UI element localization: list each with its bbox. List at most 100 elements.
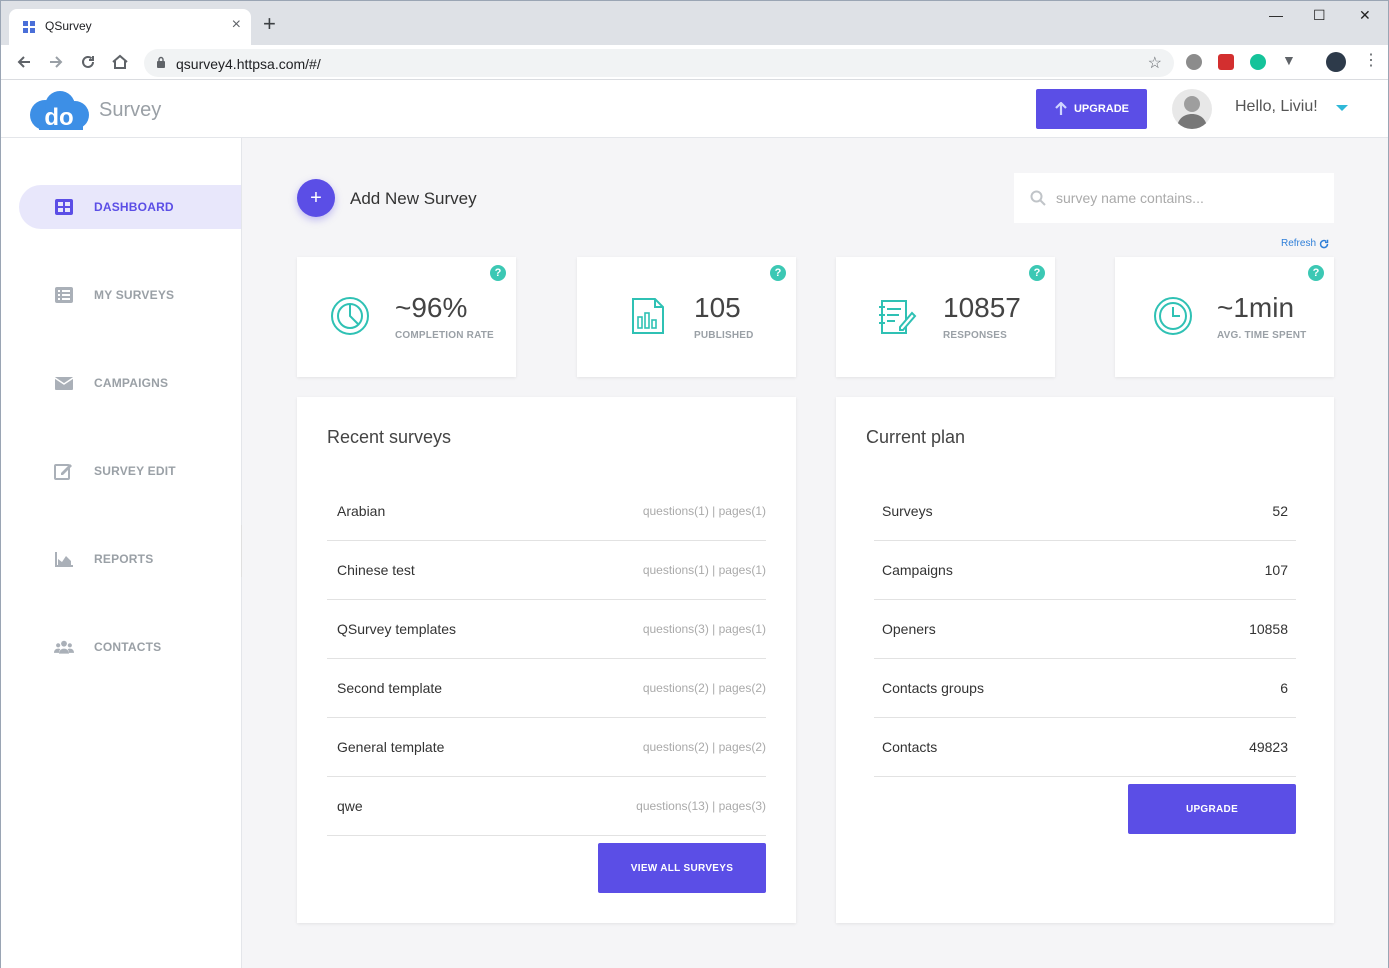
- pie-chart-icon: [331, 297, 369, 335]
- sidebar-item-contacts[interactable]: CONTACTS: [19, 625, 241, 669]
- stat-card-completion: ? ~96% COMPLETION RATE: [297, 257, 516, 377]
- users-icon: [54, 640, 74, 654]
- help-icon[interactable]: ?: [490, 265, 506, 281]
- upgrade-header-label: UPGRADE: [1073, 103, 1129, 115]
- user-menu-caret-icon[interactable]: [1336, 105, 1348, 111]
- sidebar-item-campaigns[interactable]: CAMPAIGNS: [19, 361, 241, 405]
- sidebar-item-label: REPORTS: [94, 552, 154, 566]
- power-extension-icon[interactable]: [1186, 54, 1202, 70]
- help-icon[interactable]: ?: [1308, 265, 1324, 281]
- sidebar-item-survey-edit[interactable]: SURVEY EDIT: [19, 449, 241, 493]
- plan-row: Campaigns 107: [874, 541, 1296, 600]
- plus-icon: +: [310, 186, 322, 209]
- stat-value: 10857: [943, 292, 1021, 323]
- clipboard-edit-icon: [879, 300, 917, 334]
- survey-name: QSurvey templates: [337, 621, 457, 637]
- plan-item-name: Contacts groups: [882, 680, 984, 696]
- bookmark-star-icon[interactable]: ☆: [1148, 53, 1162, 73]
- sidebar-item-my-surveys[interactable]: MY SURVEYS: [19, 273, 241, 317]
- stat-label: COMPLETION RATE: [395, 330, 494, 341]
- angular-extension-icon[interactable]: [1218, 54, 1234, 70]
- survey-row[interactable]: qwe questions(13) | pages(3): [327, 777, 766, 836]
- stat-card-published: ? 105 PUBLISHED: [577, 257, 796, 377]
- browser-window: QSurvey × + — ☐ ✕ qsurvey4.httpsa.com/#/…: [0, 0, 1389, 968]
- recent-surveys-title: Recent surveys: [327, 427, 452, 447]
- dashboard-icon: [55, 199, 73, 215]
- reload-icon[interactable]: [79, 53, 97, 74]
- url-text: qsurvey4.httpsa.com/#/: [176, 56, 321, 72]
- sidebar-item-reports[interactable]: REPORTS: [19, 537, 241, 581]
- help-icon[interactable]: ?: [770, 265, 786, 281]
- forward-icon[interactable]: [47, 53, 65, 74]
- plan-item-value: 6: [1280, 680, 1288, 696]
- grid-icon: [23, 21, 35, 33]
- survey-meta: questions(2) | pages(2): [642, 681, 766, 695]
- plan-item-value: 49823: [1249, 739, 1288, 755]
- stat-card-avg-time: ? ~1min AVG. TIME SPENT: [1115, 257, 1334, 377]
- plan-item-name: Contacts: [882, 739, 938, 755]
- close-window-button[interactable]: ✕: [1359, 7, 1371, 24]
- survey-row[interactable]: Chinese test questions(1) | pages(1): [327, 541, 766, 600]
- search-icon: [1030, 190, 1046, 206]
- stat-label: RESPONSES: [943, 330, 1008, 341]
- search-input[interactable]: [1056, 187, 1316, 209]
- close-tab-icon[interactable]: ×: [232, 16, 241, 34]
- maximize-button[interactable]: ☐: [1313, 7, 1326, 24]
- add-survey-button[interactable]: +: [297, 179, 335, 217]
- browser-tab[interactable]: QSurvey ×: [9, 9, 251, 45]
- sidebar-item-label: MY SURVEYS: [94, 288, 175, 302]
- user-avatar[interactable]: [1172, 89, 1212, 129]
- survey-meta: questions(2) | pages(2): [642, 740, 766, 754]
- grammarly-extension-icon[interactable]: [1250, 54, 1266, 70]
- survey-row[interactable]: QSurvey templates questions(3) | pages(1…: [327, 600, 766, 659]
- recent-surveys-card: Recent surveys Arabian questions(1) | pa…: [297, 397, 796, 923]
- plan-item-name: Surveys: [882, 503, 933, 519]
- lock-icon: [157, 56, 165, 68]
- new-tab-button[interactable]: +: [263, 13, 276, 35]
- plan-row: Contacts 49823: [874, 718, 1296, 777]
- user-greeting[interactable]: Hello, Liviu!: [1235, 98, 1318, 116]
- logo[interactable]: do: [27, 89, 91, 131]
- minimize-button[interactable]: —: [1269, 7, 1283, 23]
- survey-name: qwe: [337, 798, 363, 814]
- svg-text:do: do: [44, 104, 73, 131]
- sidebar-item-label: CAMPAIGNS: [94, 376, 169, 390]
- add-survey-label[interactable]: Add New Survey: [350, 189, 477, 209]
- arrow-up-icon: [1055, 102, 1067, 115]
- sidebar-item-label: CONTACTS: [94, 640, 162, 654]
- envelope-icon: [54, 377, 74, 390]
- home-icon[interactable]: [111, 53, 129, 74]
- view-all-surveys-button[interactable]: VIEW ALL SURVEYS: [598, 843, 766, 893]
- sidebar-item-label: DASHBOARD: [94, 200, 174, 214]
- plan-row: Contacts groups 6: [874, 659, 1296, 718]
- sidebar: DASHBOARD MY SURVEYS CAMPAIGNS SURVEY ED…: [1, 138, 242, 968]
- upgrade-header-button[interactable]: UPGRADE: [1036, 89, 1147, 129]
- survey-meta: questions(1) | pages(1): [642, 563, 766, 577]
- list-icon: [55, 287, 73, 303]
- profile-avatar[interactable]: [1326, 52, 1346, 72]
- upgrade-plan-button[interactable]: UPGRADE: [1128, 784, 1296, 834]
- vue-extension-icon[interactable]: ▼: [1282, 52, 1298, 68]
- back-icon[interactable]: [15, 53, 33, 74]
- stat-value: ~96%: [395, 292, 468, 323]
- plan-item-value: 10858: [1249, 621, 1288, 637]
- search-box: [1014, 173, 1334, 223]
- current-plan-title: Current plan: [866, 427, 966, 447]
- survey-row[interactable]: Arabian questions(1) | pages(1): [327, 482, 766, 541]
- address-bar[interactable]: qsurvey4.httpsa.com/#/ ☆: [144, 49, 1174, 77]
- refresh-link[interactable]: Refresh: [1281, 238, 1329, 249]
- edit-icon: [54, 464, 72, 480]
- survey-meta: questions(1) | pages(1): [642, 504, 766, 518]
- menu-kebab-icon[interactable]: ⋮: [1363, 50, 1379, 69]
- stat-value: ~1min: [1217, 292, 1295, 323]
- survey-row[interactable]: Second template questions(2) | pages(2): [327, 659, 766, 718]
- plan-row: Surveys 52: [874, 482, 1296, 541]
- app-header: do Survey UPGRADE Hello, Liviu!: [1, 81, 1388, 138]
- browser-toolbar: qsurvey4.httpsa.com/#/ ☆ ▼ ⋮: [1, 45, 1388, 80]
- help-icon[interactable]: ?: [1029, 265, 1045, 281]
- sidebar-item-dashboard[interactable]: DASHBOARD: [19, 185, 241, 229]
- survey-row[interactable]: General template questions(2) | pages(2): [327, 718, 766, 777]
- browser-titlebar: QSurvey × + — ☐ ✕: [1, 1, 1388, 45]
- survey-meta: questions(13) | pages(3): [636, 799, 766, 813]
- stat-label: AVG. TIME SPENT: [1217, 330, 1307, 341]
